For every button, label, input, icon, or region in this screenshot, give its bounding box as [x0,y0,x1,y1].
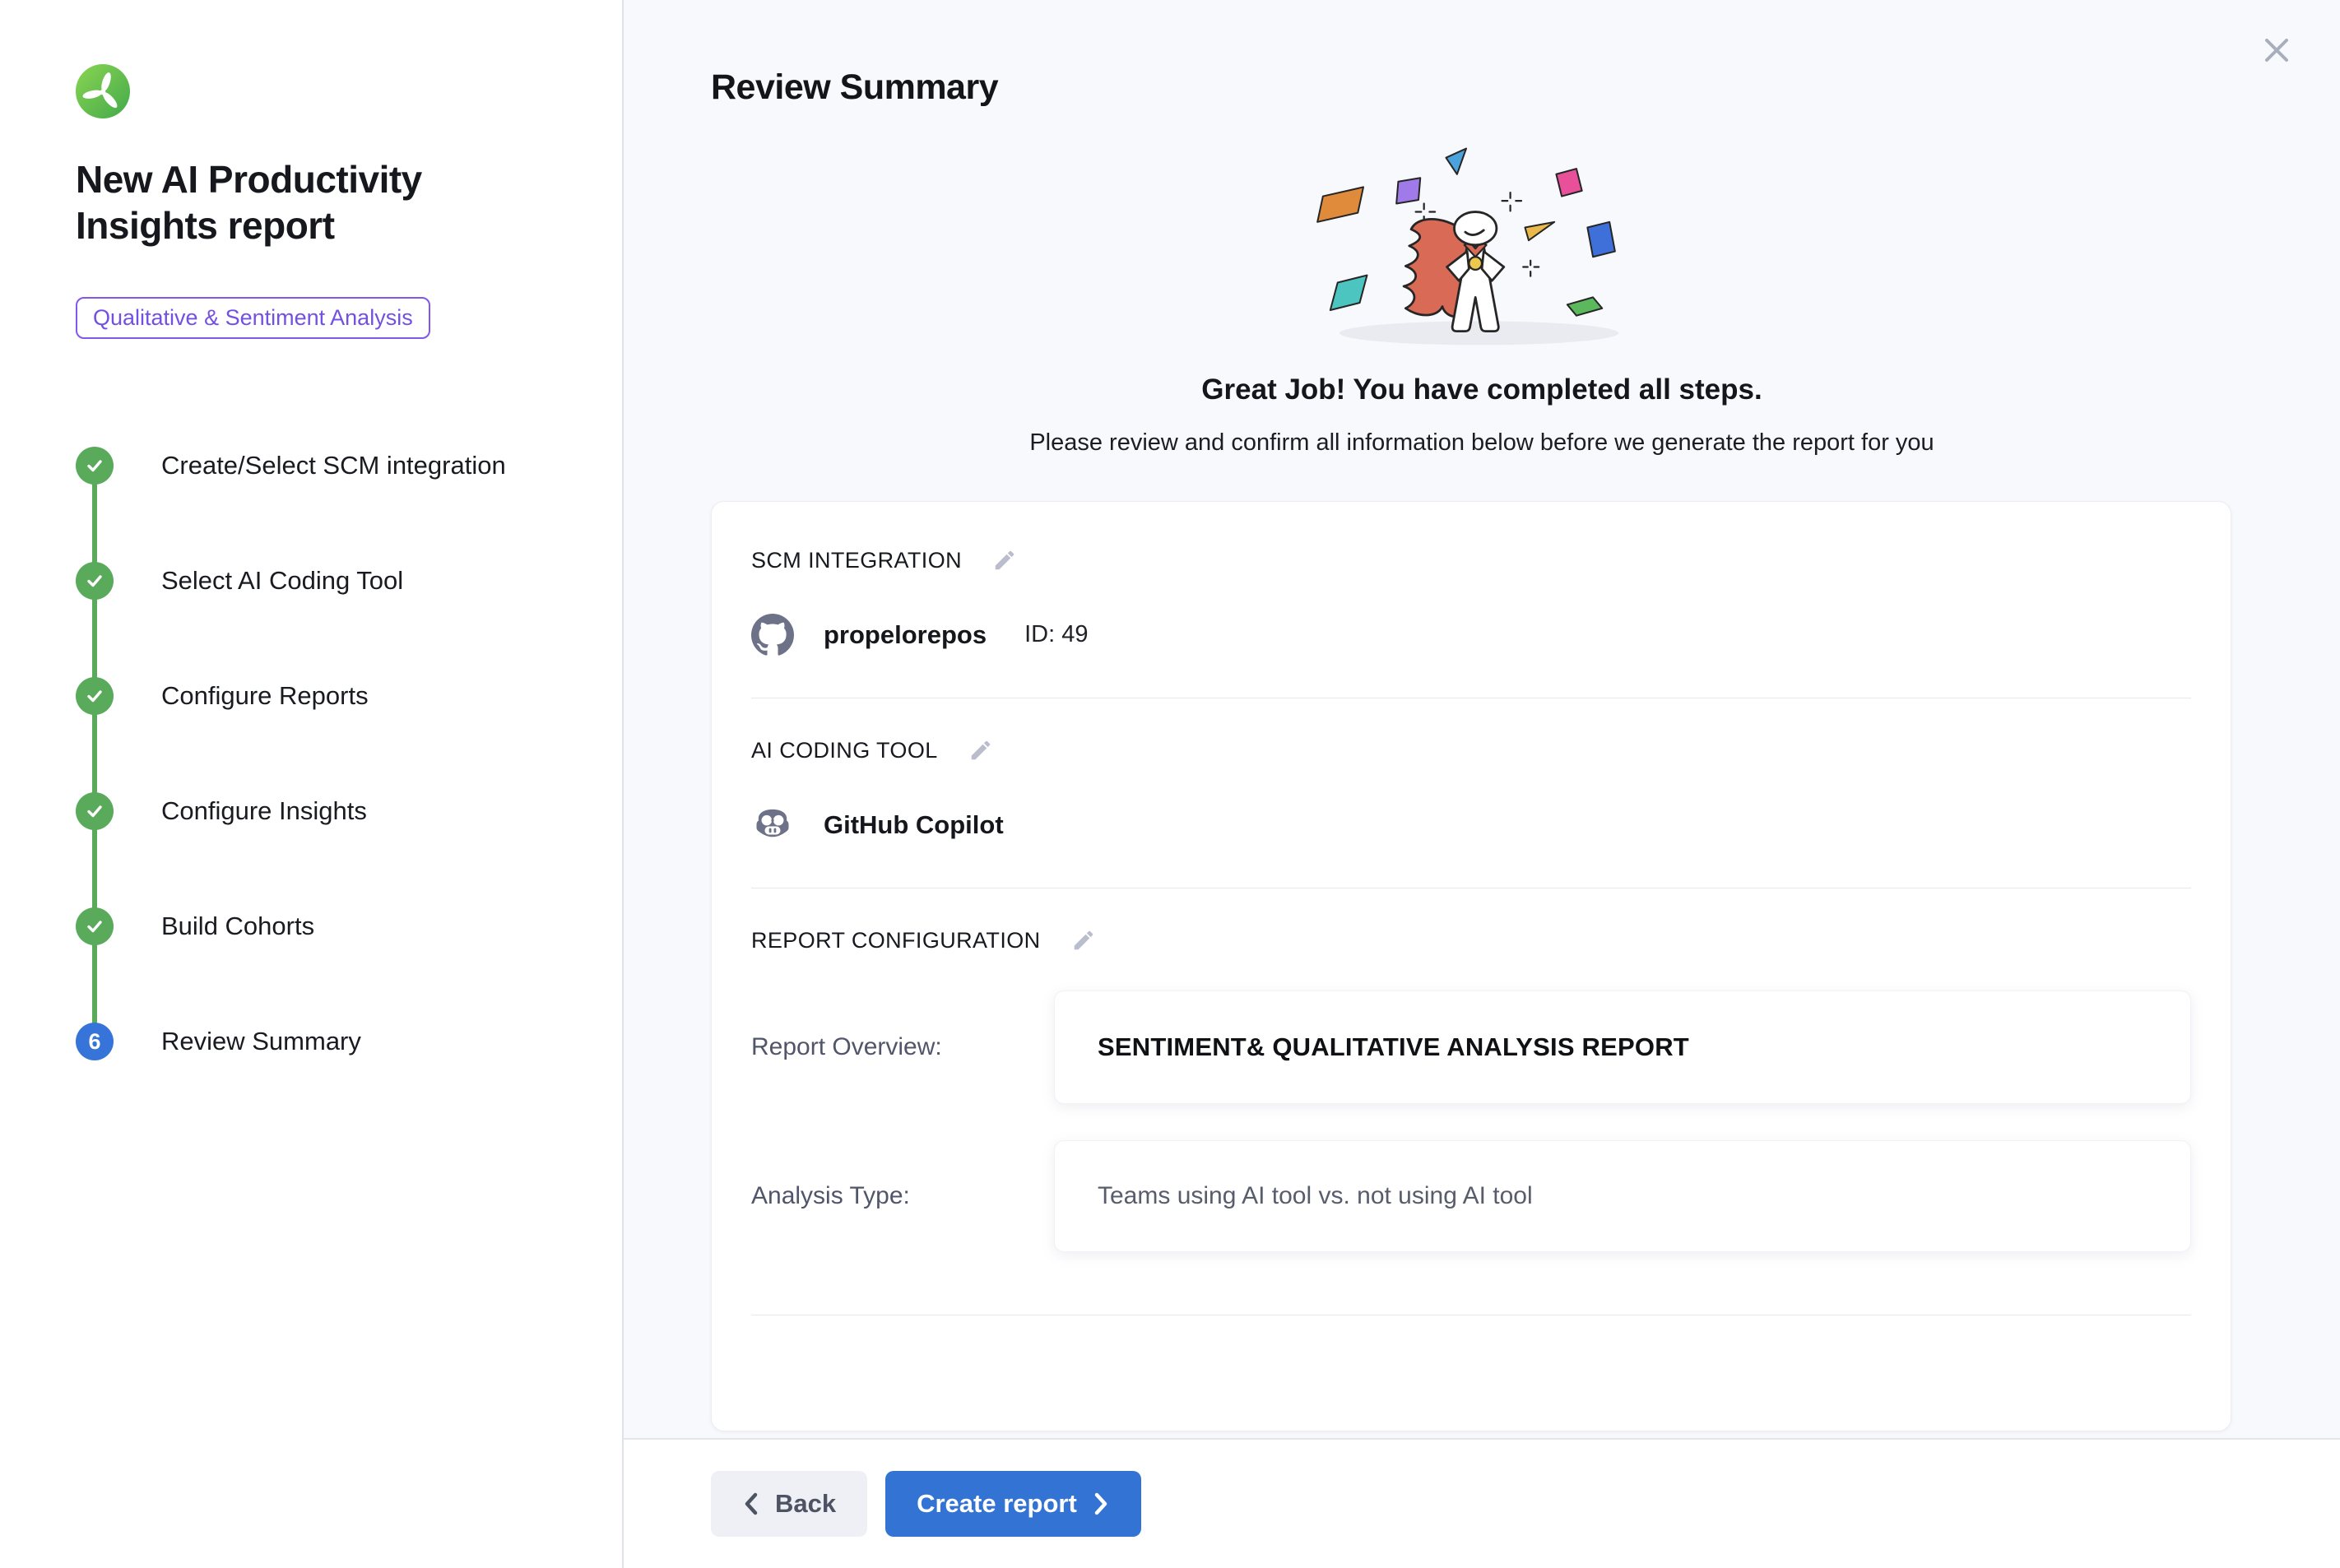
step-label: Review Summary [161,1027,361,1056]
superhero-confetti-illustration [1284,137,1679,349]
report-overview-value: SENTIMENT& QUALITATIVE ANALYSIS REPORT [1098,1032,1689,1061]
check-icon [84,455,105,476]
step-label: Configure Reports [161,681,369,711]
check-icon [84,685,105,707]
edit-report-config-pencil-icon[interactable] [1070,928,1097,954]
analysis-type-value-box: Teams using AI tool vs. not using AI too… [1054,1140,2191,1252]
review-summary-panel: Review Summary [624,0,2340,1568]
sidebar-step-ai-coding-tool[interactable]: Select AI Coding Tool [76,523,589,638]
step-done-circle [76,447,114,485]
summary-card: SCM INTEGRATION propelorepos ID: 49 AI C… [711,501,2231,1431]
app-window: New AI Productivity Insights report Qual… [0,0,2340,1568]
close-icon[interactable] [2259,33,2294,67]
sidebar-step-configure-insights[interactable]: Configure Insights [76,754,589,869]
step-label: Configure Insights [161,796,367,826]
step-label: Create/Select SCM integration [161,451,506,480]
scm-section-label: SCM INTEGRATION [751,548,962,573]
propeller-logo-icon [76,64,130,118]
ai-tool-name: GitHub Copilot [824,810,1004,840]
step-current-circle: 6 [76,1023,114,1060]
scm-integration-name: propelorepos [824,620,987,650]
page-title: Review Summary [624,30,2340,108]
report-overview-value-box: SENTIMENT& QUALITATIVE ANALYSIS REPORT [1054,990,2191,1104]
analysis-type-badge: Qualitative & Sentiment Analysis [76,297,430,339]
analysis-type-value: Teams using AI tool vs. not using AI too… [1098,1182,1533,1209]
step-label: Build Cohorts [161,912,314,941]
edit-scm-pencil-icon[interactable] [991,548,1018,574]
back-button-label: Back [775,1489,836,1519]
step-done-circle [76,562,114,600]
create-report-button[interactable]: Create report [885,1471,1141,1537]
ai-tool-section-label: AI CODING TOOL [751,738,938,763]
scm-integration-id: ID: 49 [1024,621,1088,648]
chevron-left-icon [742,1491,760,1517]
report-config-section-label: REPORT CONFIGURATION [751,928,1041,953]
step-label: Select AI Coding Tool [161,566,403,596]
chevron-right-icon [1092,1491,1110,1517]
edit-ai-tool-pencil-icon[interactable] [968,738,994,764]
check-icon [84,800,105,822]
sidebar-step-scm-integration[interactable]: Create/Select SCM integration [76,408,589,523]
wizard-title: New AI Productivity Insights report [76,156,520,248]
report-overview-label: Report Overview: [751,1033,1054,1061]
back-button[interactable]: Back [711,1471,867,1537]
step-done-circle [76,792,114,830]
sidebar-step-build-cohorts[interactable]: Build Cohorts [76,869,589,984]
github-icon [751,614,794,656]
step-done-circle [76,907,114,945]
step-done-circle [76,677,114,715]
congrats-subheading: Please review and confirm all informatio… [624,429,2340,457]
create-report-button-label: Create report [917,1489,1077,1519]
sidebar-step-configure-reports[interactable]: Configure Reports [76,638,589,754]
copilot-icon [751,804,794,847]
check-icon [84,570,105,591]
check-icon [84,916,105,937]
analysis-type-label: Analysis Type: [751,1182,1054,1210]
congrats-heading: Great Job! You have completed all steps. [624,373,2340,406]
wizard-sidebar: New AI Productivity Insights report Qual… [0,0,624,1568]
sidebar-step-review-summary[interactable]: 6 Review Summary [76,984,589,1099]
wizard-footer: Back Create report [624,1438,2340,1568]
wizard-stepper: Create/Select SCM integration Select AI … [76,408,589,1099]
